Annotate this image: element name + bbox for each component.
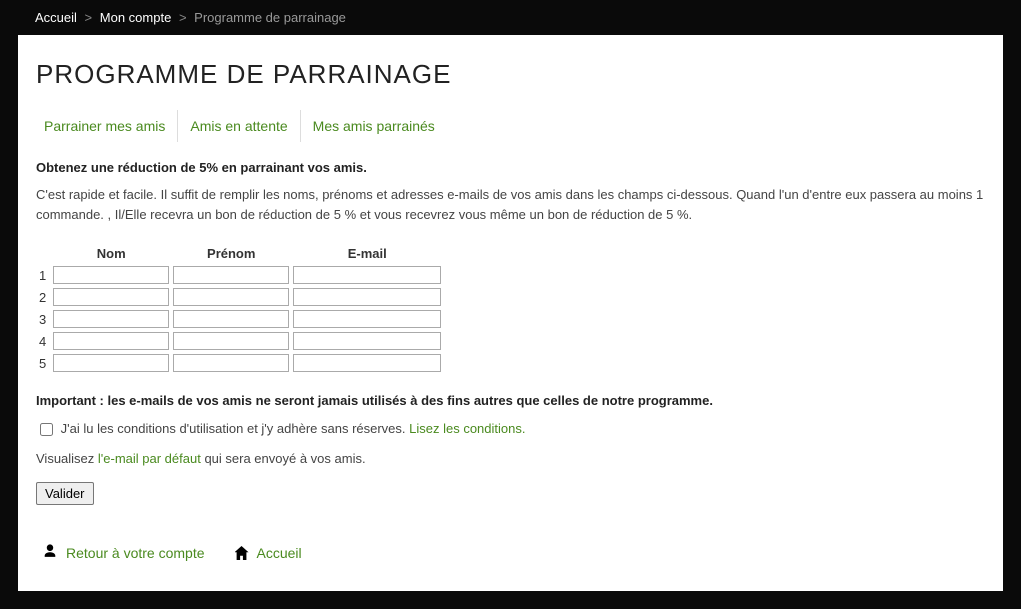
preview-link[interactable]: l'e-mail par défaut [98,451,201,466]
preview-before: Visualisez [36,451,98,466]
breadcrumb-home[interactable]: Accueil [35,10,77,25]
name-input[interactable] [53,288,169,306]
row-index: 1 [38,265,50,285]
tabs: Parrainer mes amis Amis en attente Mes a… [36,110,985,142]
name-input[interactable] [53,354,169,372]
user-icon [42,543,58,563]
back-label: Retour à votre compte [66,545,205,561]
col-name: Nom [52,244,170,263]
email-input[interactable] [293,332,441,350]
email-input[interactable] [293,288,441,306]
important-notice: Important : les e-mails de vos amis ne s… [36,393,985,408]
table-row: 2 [38,287,442,307]
home-label: Accueil [257,545,302,561]
firstname-input[interactable] [173,354,289,372]
row-index: 2 [38,287,50,307]
breadcrumb-account[interactable]: Mon compte [100,10,172,25]
footer-links: Retour à votre compte Accueil [36,543,985,563]
home-link[interactable]: Accueil [235,543,302,563]
firstname-input[interactable] [173,332,289,350]
main-panel: PROGRAMME DE PARRAINAGE Parrainer mes am… [18,35,1003,591]
conditions-link[interactable]: Lisez les conditions. [409,421,525,436]
row-index: 4 [38,331,50,351]
breadcrumb-sep: > [81,10,97,25]
description: C'est rapide et facile. Il suffit de rem… [36,185,985,224]
firstname-input[interactable] [173,310,289,328]
breadcrumb-sep: > [175,10,191,25]
breadcrumb-current: Programme de parrainage [194,10,346,25]
preview-after: qui sera envoyé à vos amis. [201,451,366,466]
col-email: E-mail [292,244,442,263]
table-row: 5 [38,353,442,373]
name-input[interactable] [53,310,169,328]
firstname-input[interactable] [173,266,289,284]
table-row: 1 [38,265,442,285]
row-index: 3 [38,309,50,329]
friends-table: Nom Prénom E-mail 12345 [36,242,444,375]
home-icon [235,546,249,560]
row-index: 5 [38,353,50,373]
conditions-checkbox[interactable] [40,423,53,436]
col-firstname: Prénom [172,244,290,263]
submit-button[interactable]: Valider [36,482,94,505]
tab-pending-friends[interactable]: Amis en attente [178,110,300,142]
email-input[interactable] [293,354,441,372]
breadcrumb: Accueil > Mon compte > Programme de parr… [0,0,1021,35]
email-input[interactable] [293,310,441,328]
preview-row: Visualisez l'e-mail par défaut qui sera … [36,451,985,466]
name-input[interactable] [53,332,169,350]
firstname-input[interactable] [173,288,289,306]
tab-sponsor-friends[interactable]: Parrainer mes amis [36,110,178,142]
tab-sponsored-friends[interactable]: Mes amis parrainés [301,110,447,142]
email-input[interactable] [293,266,441,284]
table-row: 4 [38,331,442,351]
lead-text: Obtenez une réduction de 5% en parrainan… [36,160,985,175]
page-title: PROGRAMME DE PARRAINAGE [36,59,985,90]
name-input[interactable] [53,266,169,284]
conditions-row: J'ai lu les conditions d'utilisation et … [36,420,985,439]
table-row: 3 [38,309,442,329]
back-to-account-link[interactable]: Retour à votre compte [42,543,205,563]
conditions-text: J'ai lu les conditions d'utilisation et … [61,421,410,436]
